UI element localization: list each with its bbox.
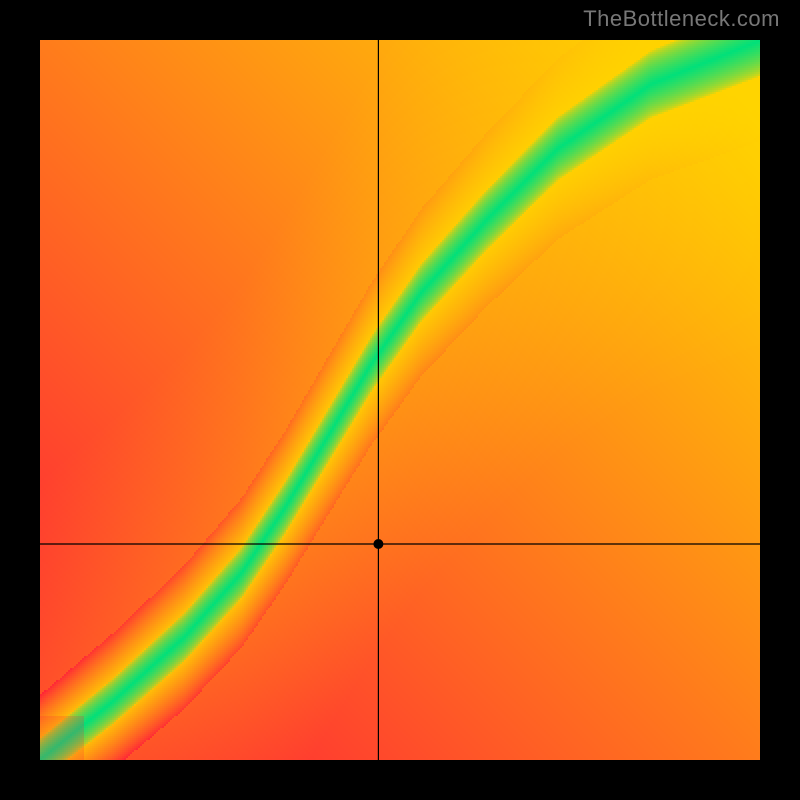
chart-container: TheBottleneck.com [0,0,800,800]
heatmap-plot [40,40,760,760]
watermark-text: TheBottleneck.com [583,6,780,32]
heatmap-canvas [40,40,760,760]
